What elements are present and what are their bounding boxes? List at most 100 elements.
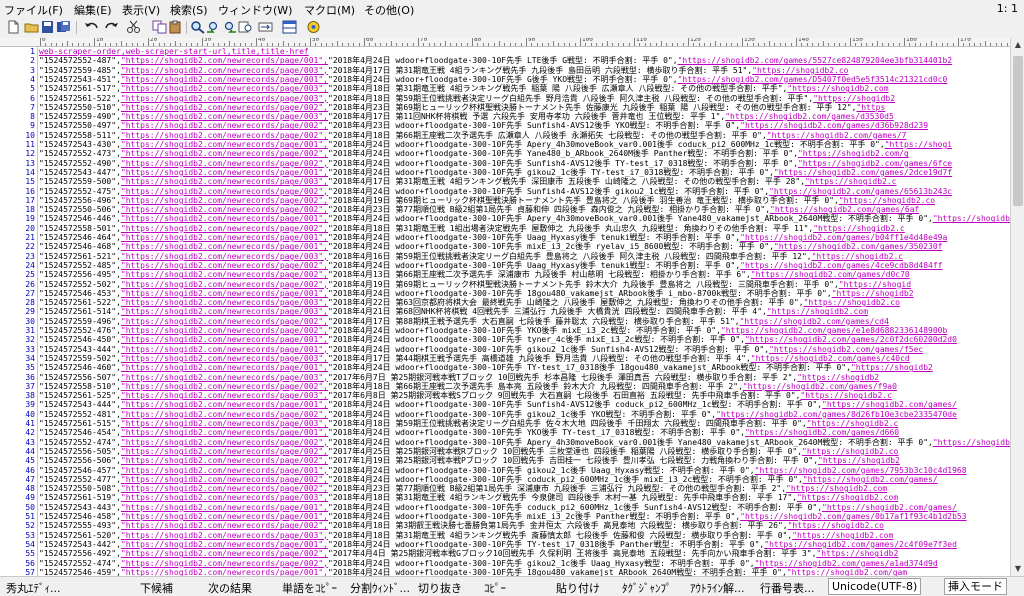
status-hidemaru-editor[interactable]: 秀丸ｴﾃﾞｨ... <box>6 580 61 596</box>
editor-line[interactable]: 31 "1524572552-476","https://shogidb2.com… <box>0 326 1010 335</box>
menu-window[interactable]: ウィンドウ(W) <box>218 2 292 18</box>
editor-line[interactable]: 54 "1524572543-442","https://shogidb2.com… <box>0 540 1010 549</box>
status-split-window[interactable]: 分割ｳｨﾝﾄﾞ... <box>350 580 410 596</box>
status-paste[interactable]: 貼り付け <box>556 580 600 596</box>
editor-line[interactable]: 35 "1524572546-460","https://shogidb2.com… <box>0 363 1010 372</box>
editor-line[interactable]: 32 "1524572546-450","https://shogidb2.com… <box>0 335 1010 344</box>
editor-line[interactable]: 7 "1524572550-510","https://shogidb2.com/… <box>0 103 1010 112</box>
editor-line[interactable]: 22 "1524572546-468","https://shogidb2.com… <box>0 242 1010 251</box>
status-cutout[interactable]: 切り抜き <box>418 580 462 596</box>
editor-line[interactable]: 16 "1524572552-475","https://shogidb2.com… <box>0 187 1010 196</box>
status-tag-jump[interactable]: ﾀｸﾞｼﾞｬﾝﾌﾟ <box>622 580 672 596</box>
editor-line[interactable]: 4 "1524572543-451","https://shogidb2.com/… <box>0 75 1010 84</box>
editor-line[interactable]: 49 "1524572561-519","https://shogidb2.com… <box>0 493 1010 502</box>
editor-line[interactable]: 40 "1524572552-481","https://shogidb2.com… <box>0 410 1010 419</box>
undo-icon[interactable] <box>84 20 99 34</box>
editor-line[interactable]: 52 "1524572555-493","https://shogidb2.com… <box>0 521 1010 530</box>
editor-line[interactable]: 29 "1524572561-514","https://shogidb2.com… <box>0 307 1010 316</box>
status-copy-word[interactable]: 単語をｺﾋﾟｰ <box>282 580 337 596</box>
find-prev-icon[interactable] <box>206 20 221 34</box>
editor-line[interactable]: 57 "1524572546-459","https://shogidb2.com… <box>0 568 1010 576</box>
editor-line[interactable]: 51 "1524572546-458","https://shogidb2.com… <box>0 512 1010 521</box>
editor-line[interactable]: 18 "1524572550-506","https://shogidb2.com… <box>0 205 1010 214</box>
split-window-icon[interactable] <box>282 20 297 34</box>
editor-line[interactable]: 13 "1524572552-490","https://shogidb2.com… <box>0 159 1010 168</box>
editor-line[interactable]: 34 "1524572559-502","https://shogidb2.com… <box>0 354 1010 363</box>
scrollbar-thumb[interactable] <box>1013 56 1023 206</box>
editor-line[interactable]: 37 "1524572558-510","https://shogidb2.com… <box>0 382 1010 391</box>
editor-line[interactable]: 8 "1524572559-490","https://shogidb2.com/… <box>0 112 1010 121</box>
editor-line[interactable]: 19 "1524572546-446","https://shogidb2.com… <box>0 214 1010 223</box>
new-file-icon[interactable] <box>6 20 21 34</box>
paste-icon[interactable] <box>168 20 183 34</box>
open-folder-icon[interactable] <box>24 20 39 34</box>
editor-line[interactable]: 3 "1524572559-485","https://shogidb2.com/… <box>0 66 1010 75</box>
editor-line[interactable]: 17 "1524572556-496","https://shogidb2.com… <box>0 196 1010 205</box>
status-line-number[interactable]: 行番号表... <box>760 580 815 596</box>
status-next-candidate[interactable]: 下候補 <box>140 580 173 596</box>
editor-line[interactable]: 2 "1524572552-487","https://shogidb2.com/… <box>0 56 1010 65</box>
editor-line[interactable]: 12 "1524572552-473","https://shogidb2.com… <box>0 149 1010 158</box>
editor-line[interactable]: 27 "1524572546-453","https://shogidb2.com… <box>0 289 1010 298</box>
editor-line[interactable]: 33 "1524572543-444","https://shogidb2.com… <box>0 345 1010 354</box>
editor-line[interactable]: 28 "1524572561-522","https://shogidb2.com… <box>0 298 1010 307</box>
copy-icon[interactable] <box>152 20 167 34</box>
status-outline[interactable]: ｱｳﾄﾗｲﾝ解... <box>690 580 745 596</box>
editor-line[interactable]: 24 "1524572552-485","https://shogidb2.com… <box>0 261 1010 270</box>
menu-other[interactable]: その他(O) <box>364 2 414 18</box>
insert-mode-indicator[interactable]: 挿入モード <box>944 578 1007 595</box>
macro-icon[interactable] <box>306 20 321 34</box>
editor-line[interactable]: 25 "1524572556-495","https://shogidb2.com… <box>0 270 1010 279</box>
editor-line[interactable]: 42 "1524572546-454","https://shogidb2.com… <box>0 428 1010 437</box>
redo-icon[interactable] <box>104 20 119 34</box>
editor-line[interactable]: 47 "1524572552-477","https://shogidb2.com… <box>0 475 1010 484</box>
vertical-scrollbar[interactable]: ▲ ▼ <box>1010 38 1024 576</box>
editor-line[interactable]: 53 "1524572561-520","https://shogidb2.com… <box>0 531 1010 540</box>
editor-line[interactable]: 48 "1524572550-508","https://shogidb2.com… <box>0 484 1010 493</box>
status-next-result[interactable]: 次の結果 <box>208 580 252 596</box>
editor-line[interactable]: 43 "1524572552-474","https://shogidb2.com… <box>0 438 1010 447</box>
editor-line[interactable]: 41 "1524572561-515","https://shogidb2.com… <box>0 419 1010 428</box>
encoding-indicator[interactable]: Unicode(UTF-8) <box>828 578 922 595</box>
editor-line[interactable]: 5 "1524572561-517","https://shogidb2.com/… <box>0 84 1010 93</box>
editor-line[interactable]: 23 "1524572561-521","https://shogidb2.com… <box>0 252 1010 261</box>
editor-line[interactable]: 55 "1524572556-492","https://shogidb2.com… <box>0 549 1010 558</box>
editor-line[interactable]: 46 "1524572546-457","https://shogidb2.com… <box>0 466 1010 475</box>
status-copy[interactable]: ｺﾋﾟｰ <box>484 580 506 596</box>
editor-line[interactable]: 10 "1524572558-511","https://shogidb2.com… <box>0 131 1010 140</box>
scroll-down-icon[interactable]: ▼ <box>1011 562 1024 576</box>
editor-line[interactable]: 50 "1524572543-443","https://shogidb2.com… <box>0 503 1010 512</box>
editor-line[interactable]: 38 "1524572561-525","https://shogidb2.com… <box>0 391 1010 400</box>
editor-line[interactable]: 44 "1524572556-505","https://shogidb2.com… <box>0 447 1010 456</box>
find-icon[interactable] <box>190 20 205 34</box>
menu-file[interactable]: ファイル(F) <box>4 2 63 18</box>
save-icon[interactable] <box>40 20 55 34</box>
editor-line[interactable]: 36 "1524572556-507","https://shogidb2.com… <box>0 373 1010 382</box>
editor-line[interactable]: 15 "1524572559-500","https://shogidb2.com… <box>0 177 1010 186</box>
editor-line[interactable]: 39 "1524572543-444","https://shogidb2.com… <box>0 400 1010 409</box>
editor-line[interactable]: 20 "1524572558-501","https://shogidb2.com… <box>0 224 1010 233</box>
editor-lines[interactable]: 1 web-scraper-order,web-scraper-start-url… <box>0 47 1010 576</box>
menu-view[interactable]: 表示(V) <box>122 2 160 18</box>
editor-line[interactable]: 14 "1524572543-447","https://shogidb2.com… <box>0 168 1010 177</box>
editor-line[interactable]: 9 "1524572550-497","https://shogidb2.com/… <box>0 121 1010 130</box>
editor-line[interactable]: 26 "1524572552-502","https://shogidb2.com… <box>0 280 1010 289</box>
menu-edit[interactable]: 編集(E) <box>74 2 112 18</box>
menu-search[interactable]: 検索(S) <box>170 2 208 18</box>
find-next-icon[interactable] <box>222 20 237 34</box>
editor-line-header[interactable]: 1 web-scraper-order,web-scraper-start-url… <box>0 47 1010 56</box>
editor-line[interactable]: 30 "1524572559-496","https://shogidb2.com… <box>0 317 1010 326</box>
jump-icon[interactable] <box>258 20 273 34</box>
cut-icon[interactable] <box>126 20 141 34</box>
scroll-up-icon[interactable]: ▲ <box>1011 38 1024 52</box>
grep-icon[interactable] <box>238 20 253 34</box>
editor-line[interactable]: 56 "1524572552-474","https://shogidb2.com… <box>0 559 1010 568</box>
menu-macro[interactable]: マクロ(M) <box>304 2 355 18</box>
editor-line[interactable]: 45 "1524572556-506","https://shogidb2.com… <box>0 456 1010 465</box>
text-editor[interactable]: 0 10 20 30 40 50 60 70 80 90 100 110 120 130 140 150 160… <box>0 38 1010 576</box>
title-href: "https://shogidb2.com/games/ <box>822 400 957 410</box>
editor-line[interactable]: 21 "1524572546-464","https://shogidb2.com… <box>0 233 1010 242</box>
editor-line[interactable]: 11 "1524572543-430","https://shogidb2.com… <box>0 140 1010 149</box>
save-all-icon[interactable] <box>56 20 71 34</box>
editor-line[interactable]: 6 "1524572561-522","https://shogidb2.com/… <box>0 94 1010 103</box>
